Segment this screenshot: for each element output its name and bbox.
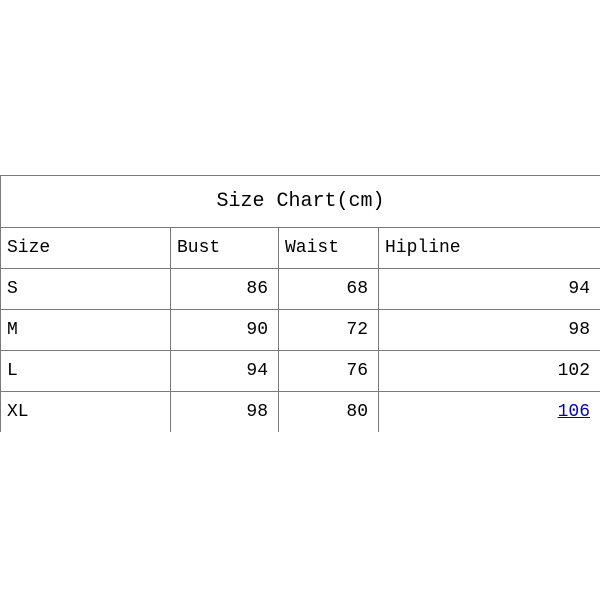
header-size: Size xyxy=(1,228,171,269)
cell-size: L xyxy=(1,351,171,392)
cell-waist: 80 xyxy=(279,392,379,433)
cell-size: S xyxy=(1,269,171,310)
cell-waist: 68 xyxy=(279,269,379,310)
table-title-row: Size Chart(cm) xyxy=(1,176,600,228)
cell-hipline: 98 xyxy=(379,310,600,351)
cell-hipline-link[interactable]: 106 xyxy=(379,392,600,433)
cell-bust: 86 xyxy=(171,269,279,310)
table-row: S 86 68 94 xyxy=(1,269,600,310)
cell-size: XL xyxy=(1,392,171,433)
table-row: L 94 76 102 xyxy=(1,351,600,392)
cell-waist: 76 xyxy=(279,351,379,392)
cell-hipline: 94 xyxy=(379,269,600,310)
size-chart-table: Size Chart(cm) Size Bust Waist Hipline S… xyxy=(0,175,600,432)
header-hipline: Hipline xyxy=(379,228,600,269)
header-bust: Bust xyxy=(171,228,279,269)
table-row: XL 98 80 106 xyxy=(1,392,600,433)
table-title: Size Chart(cm) xyxy=(1,176,600,228)
cell-waist: 72 xyxy=(279,310,379,351)
cell-hipline: 102 xyxy=(379,351,600,392)
cell-bust: 94 xyxy=(171,351,279,392)
cell-bust: 90 xyxy=(171,310,279,351)
cell-bust: 98 xyxy=(171,392,279,433)
cell-size: M xyxy=(1,310,171,351)
header-waist: Waist xyxy=(279,228,379,269)
table-row: M 90 72 98 xyxy=(1,310,600,351)
table-header-row: Size Bust Waist Hipline xyxy=(1,228,600,269)
